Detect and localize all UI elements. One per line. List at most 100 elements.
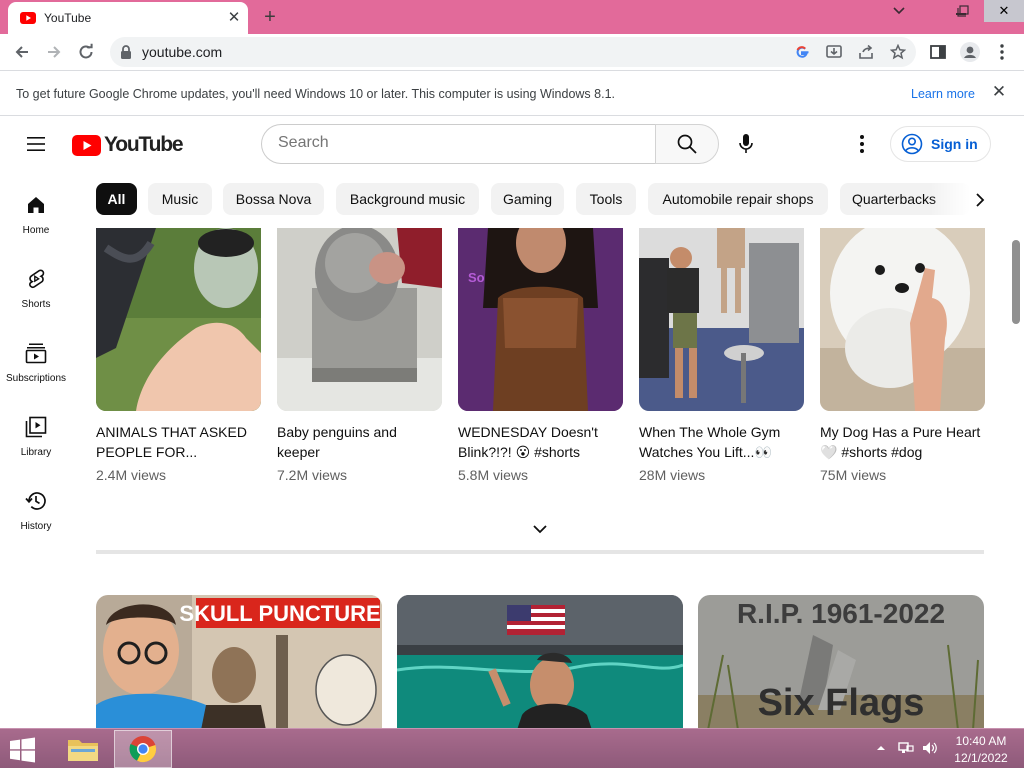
lock-icon bbox=[121, 45, 131, 59]
forward-button[interactable] bbox=[40, 38, 68, 66]
search-icon bbox=[677, 134, 697, 154]
search-input[interactable] bbox=[278, 134, 638, 152]
filter-chips-bar: All Music Bossa Nova Background music Ga… bbox=[96, 183, 996, 217]
tab-close-icon[interactable]: ✕ bbox=[224, 8, 244, 28]
install-app-icon[interactable] bbox=[824, 42, 844, 62]
windows-taskbar: 10:40 AM 12/1/2022 bbox=[0, 728, 1024, 768]
chip-gaming[interactable]: Gaming bbox=[491, 183, 564, 215]
short-title[interactable]: My Dog Has a Pure Heart 🤍 #shorts #dog bbox=[820, 422, 982, 462]
short-item[interactable]: When The Whole Gym Watches You Lift...👀 … bbox=[639, 228, 804, 483]
chrome-menu-button[interactable] bbox=[988, 38, 1016, 66]
svg-text:So: So bbox=[468, 270, 485, 285]
vertical-dots-icon bbox=[1000, 44, 1004, 60]
taskbar-chrome[interactable] bbox=[114, 730, 172, 768]
short-title[interactable]: ANIMALS THAT ASKED PEOPLE FOR... bbox=[96, 422, 258, 462]
youtube-header: YouTube Sign in bbox=[0, 116, 1024, 172]
shelf-expand-button[interactable] bbox=[528, 517, 552, 541]
search-box bbox=[261, 124, 656, 164]
url-text: youtube.com bbox=[142, 44, 223, 60]
side-panel-icon bbox=[930, 45, 946, 59]
guide-item-history[interactable]: History bbox=[0, 489, 72, 551]
page-scrollbar-thumb[interactable] bbox=[1012, 240, 1020, 324]
back-button[interactable] bbox=[8, 38, 36, 66]
short-title[interactable]: Baby penguins and keeper bbox=[277, 422, 439, 462]
video-thumbnail[interactable] bbox=[397, 595, 683, 730]
guide-item-library[interactable]: Library bbox=[0, 415, 72, 477]
subscriptions-icon bbox=[25, 343, 47, 364]
infobar-close-icon[interactable]: ✕ bbox=[990, 83, 1008, 101]
video-thumbnail[interactable]: R.I.P. 1961-2022 Six Flags bbox=[698, 595, 984, 730]
guide-label-history: History bbox=[20, 521, 52, 532]
profile-button[interactable] bbox=[956, 38, 984, 66]
short-item[interactable]: So WEDNESDAY Doesn't Blink?!?! 😮 #shorts… bbox=[458, 228, 623, 483]
bookmark-star-icon[interactable] bbox=[888, 42, 908, 62]
window-close-button[interactable]: ✕ bbox=[984, 0, 1024, 22]
update-infobar: To get future Google Chrome updates, you… bbox=[0, 70, 1024, 116]
browser-tab-youtube[interactable]: YouTube ✕ bbox=[8, 2, 248, 34]
youtube-favicon-icon bbox=[20, 12, 36, 24]
chevron-right-icon bbox=[976, 193, 985, 207]
chips-next-button[interactable] bbox=[966, 186, 994, 214]
hamburger-menu-icon[interactable] bbox=[24, 132, 48, 156]
chip-background-music[interactable]: Background music bbox=[336, 183, 479, 215]
tab-search-chevron-icon[interactable] bbox=[882, 0, 916, 22]
guide-label-subscriptions: Subscriptions bbox=[5, 373, 67, 384]
vertical-dots-icon bbox=[860, 135, 864, 153]
taskbar-clock-date[interactable]: 12/1/2022 bbox=[948, 751, 1014, 765]
voice-search-button[interactable] bbox=[726, 124, 766, 164]
youtube-logo-text: YouTube bbox=[104, 133, 184, 156]
history-icon bbox=[25, 492, 46, 510]
guide-item-shorts[interactable]: Shorts bbox=[0, 267, 72, 329]
short-thumbnail[interactable]: So bbox=[458, 228, 623, 411]
side-panel-button[interactable] bbox=[924, 38, 952, 66]
short-thumbnail[interactable] bbox=[96, 228, 261, 411]
settings-menu-button[interactable] bbox=[848, 130, 876, 158]
short-thumbnail-image bbox=[820, 228, 985, 411]
google-lens-icon[interactable] bbox=[792, 42, 812, 62]
search-button[interactable] bbox=[655, 124, 719, 164]
short-views: 5.8M views bbox=[458, 467, 529, 483]
volume-icon[interactable] bbox=[922, 740, 938, 756]
new-tab-button[interactable]: + bbox=[258, 6, 282, 28]
chip-music[interactable]: Music bbox=[148, 183, 212, 215]
short-thumbnail[interactable] bbox=[639, 228, 804, 411]
chip-bossa-nova[interactable]: Bossa Nova bbox=[223, 183, 324, 215]
windows-start-icon[interactable] bbox=[8, 737, 38, 763]
taskbar-file-explorer[interactable] bbox=[60, 731, 106, 767]
short-title[interactable]: WEDNESDAY Doesn't Blink?!?! 😮 #shorts bbox=[458, 422, 620, 462]
video-overlay-text: R.I.P. 1961-2022 bbox=[737, 598, 945, 629]
share-icon[interactable] bbox=[856, 42, 876, 62]
account-circle-icon bbox=[901, 133, 923, 155]
microphone-icon bbox=[739, 134, 753, 153]
short-item[interactable]: ANIMALS THAT ASKED PEOPLE FOR... 2.4M vi… bbox=[96, 228, 261, 483]
taskbar-clock-time[interactable]: 10:40 AM bbox=[948, 734, 1014, 748]
short-thumbnail[interactable] bbox=[820, 228, 985, 411]
network-icon[interactable] bbox=[898, 740, 914, 756]
chip-tools[interactable]: Tools bbox=[576, 183, 636, 215]
short-views: 2.4M views bbox=[96, 467, 167, 483]
short-thumbnail-image bbox=[277, 228, 442, 411]
short-thumbnail-image bbox=[639, 228, 804, 411]
forward-arrow-icon bbox=[48, 46, 61, 58]
short-thumbnail[interactable] bbox=[277, 228, 442, 411]
short-title[interactable]: When The Whole Gym Watches You Lift...👀 bbox=[639, 422, 801, 462]
guide-item-home[interactable]: Home bbox=[0, 193, 72, 255]
restore-button[interactable] bbox=[946, 0, 980, 22]
video-thumbnail-image bbox=[397, 595, 683, 730]
guide-label-library: Library bbox=[20, 447, 52, 458]
short-thumbnail-image: So bbox=[458, 228, 623, 411]
chip-all[interactable]: All bbox=[96, 183, 137, 215]
reload-button[interactable] bbox=[72, 38, 100, 66]
video-thumbnail[interactable]: SKULL PUNCTURED bbox=[96, 595, 382, 730]
learn-more-link[interactable]: Learn more bbox=[911, 87, 975, 101]
shelf-divider bbox=[96, 550, 984, 554]
sign-in-button[interactable]: Sign in bbox=[890, 126, 991, 162]
short-item[interactable]: Baby penguins and keeper 7.2M views bbox=[277, 228, 442, 483]
chip-automobile-repair-shops[interactable]: Automobile repair shops bbox=[648, 183, 828, 215]
short-views: 7.2M views bbox=[277, 467, 348, 483]
guide-item-subscriptions[interactable]: Subscriptions bbox=[0, 341, 72, 403]
youtube-logo[interactable]: YouTube bbox=[72, 133, 184, 156]
tray-overflow-arrow-icon[interactable] bbox=[876, 744, 886, 752]
address-bar[interactable]: youtube.com bbox=[110, 37, 916, 67]
short-item[interactable]: My Dog Has a Pure Heart 🤍 #shorts #dog 7… bbox=[820, 228, 985, 483]
